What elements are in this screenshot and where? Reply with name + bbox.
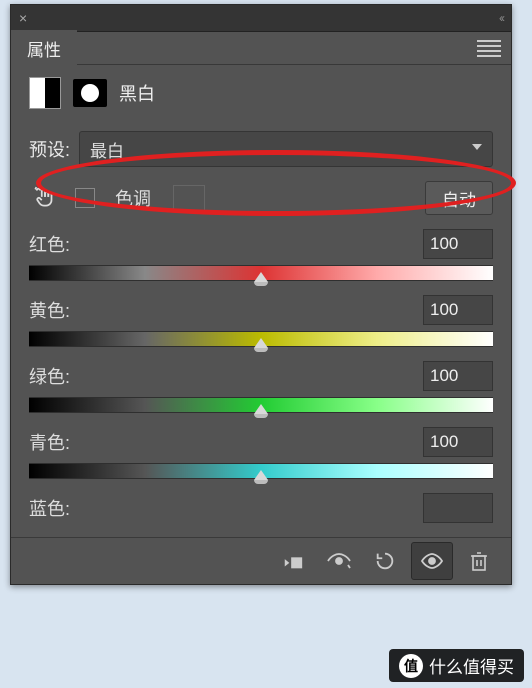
slider-track[interactable]	[29, 331, 493, 347]
panel-footer	[11, 537, 511, 584]
properties-panel: × ‹‹ 属性 黑白 预设: 最白 色调 自动 红色:	[10, 4, 512, 585]
slider-track[interactable]	[29, 397, 493, 413]
preset-select[interactable]: 最白	[79, 131, 493, 167]
view-previous-icon[interactable]	[319, 543, 359, 579]
slider-label: 绿色:	[29, 363, 423, 389]
slider-value-input[interactable]	[423, 427, 493, 457]
tab-properties[interactable]: 属性	[11, 30, 77, 67]
slider-2: 绿色:	[29, 361, 493, 413]
menu-icon[interactable]	[477, 38, 501, 58]
layer-mask-icon	[73, 79, 107, 107]
slider-3: 青色:	[29, 427, 493, 479]
slider-label: 黄色:	[29, 297, 423, 323]
watermark-text: 什么值得买	[429, 653, 514, 678]
tint-label: 色调	[115, 185, 151, 211]
slider-label: 红色:	[29, 231, 423, 257]
slider-value-input[interactable]	[423, 361, 493, 391]
slider-value-input[interactable]	[423, 229, 493, 259]
slider-1: 黄色:	[29, 295, 493, 347]
auto-button[interactable]: 自动	[425, 181, 493, 215]
watermark-logo-icon: 值	[399, 654, 423, 678]
slider-value-input[interactable]	[423, 493, 493, 523]
adjustment-title: 黑白	[119, 80, 155, 106]
clip-to-layer-icon[interactable]	[273, 543, 313, 579]
reset-icon[interactable]	[365, 543, 405, 579]
slider-4: 蓝色:	[29, 493, 493, 523]
slider-track[interactable]	[29, 265, 493, 281]
tab-row: 属性	[11, 32, 511, 65]
slider-label: 蓝色:	[29, 495, 423, 521]
tint-swatch[interactable]	[173, 185, 205, 211]
preset-value: 最白	[90, 137, 124, 162]
trash-icon[interactable]	[459, 543, 499, 579]
titlebar: × ‹‹	[11, 5, 511, 32]
tint-checkbox[interactable]	[75, 188, 95, 208]
watermark: 值 什么值得买	[389, 649, 524, 682]
slider-label: 青色:	[29, 429, 423, 455]
bw-adjustment-icon	[29, 77, 61, 109]
chevron-down-icon	[472, 144, 482, 150]
preset-label: 预设:	[29, 136, 79, 162]
scrub-icon[interactable]	[29, 182, 61, 214]
collapse-icon[interactable]: ‹‹	[499, 11, 503, 25]
close-icon[interactable]: ×	[19, 10, 27, 26]
slider-value-input[interactable]	[423, 295, 493, 325]
visibility-icon[interactable]	[411, 542, 453, 580]
slider-track[interactable]	[29, 463, 493, 479]
slider-0: 红色:	[29, 229, 493, 281]
